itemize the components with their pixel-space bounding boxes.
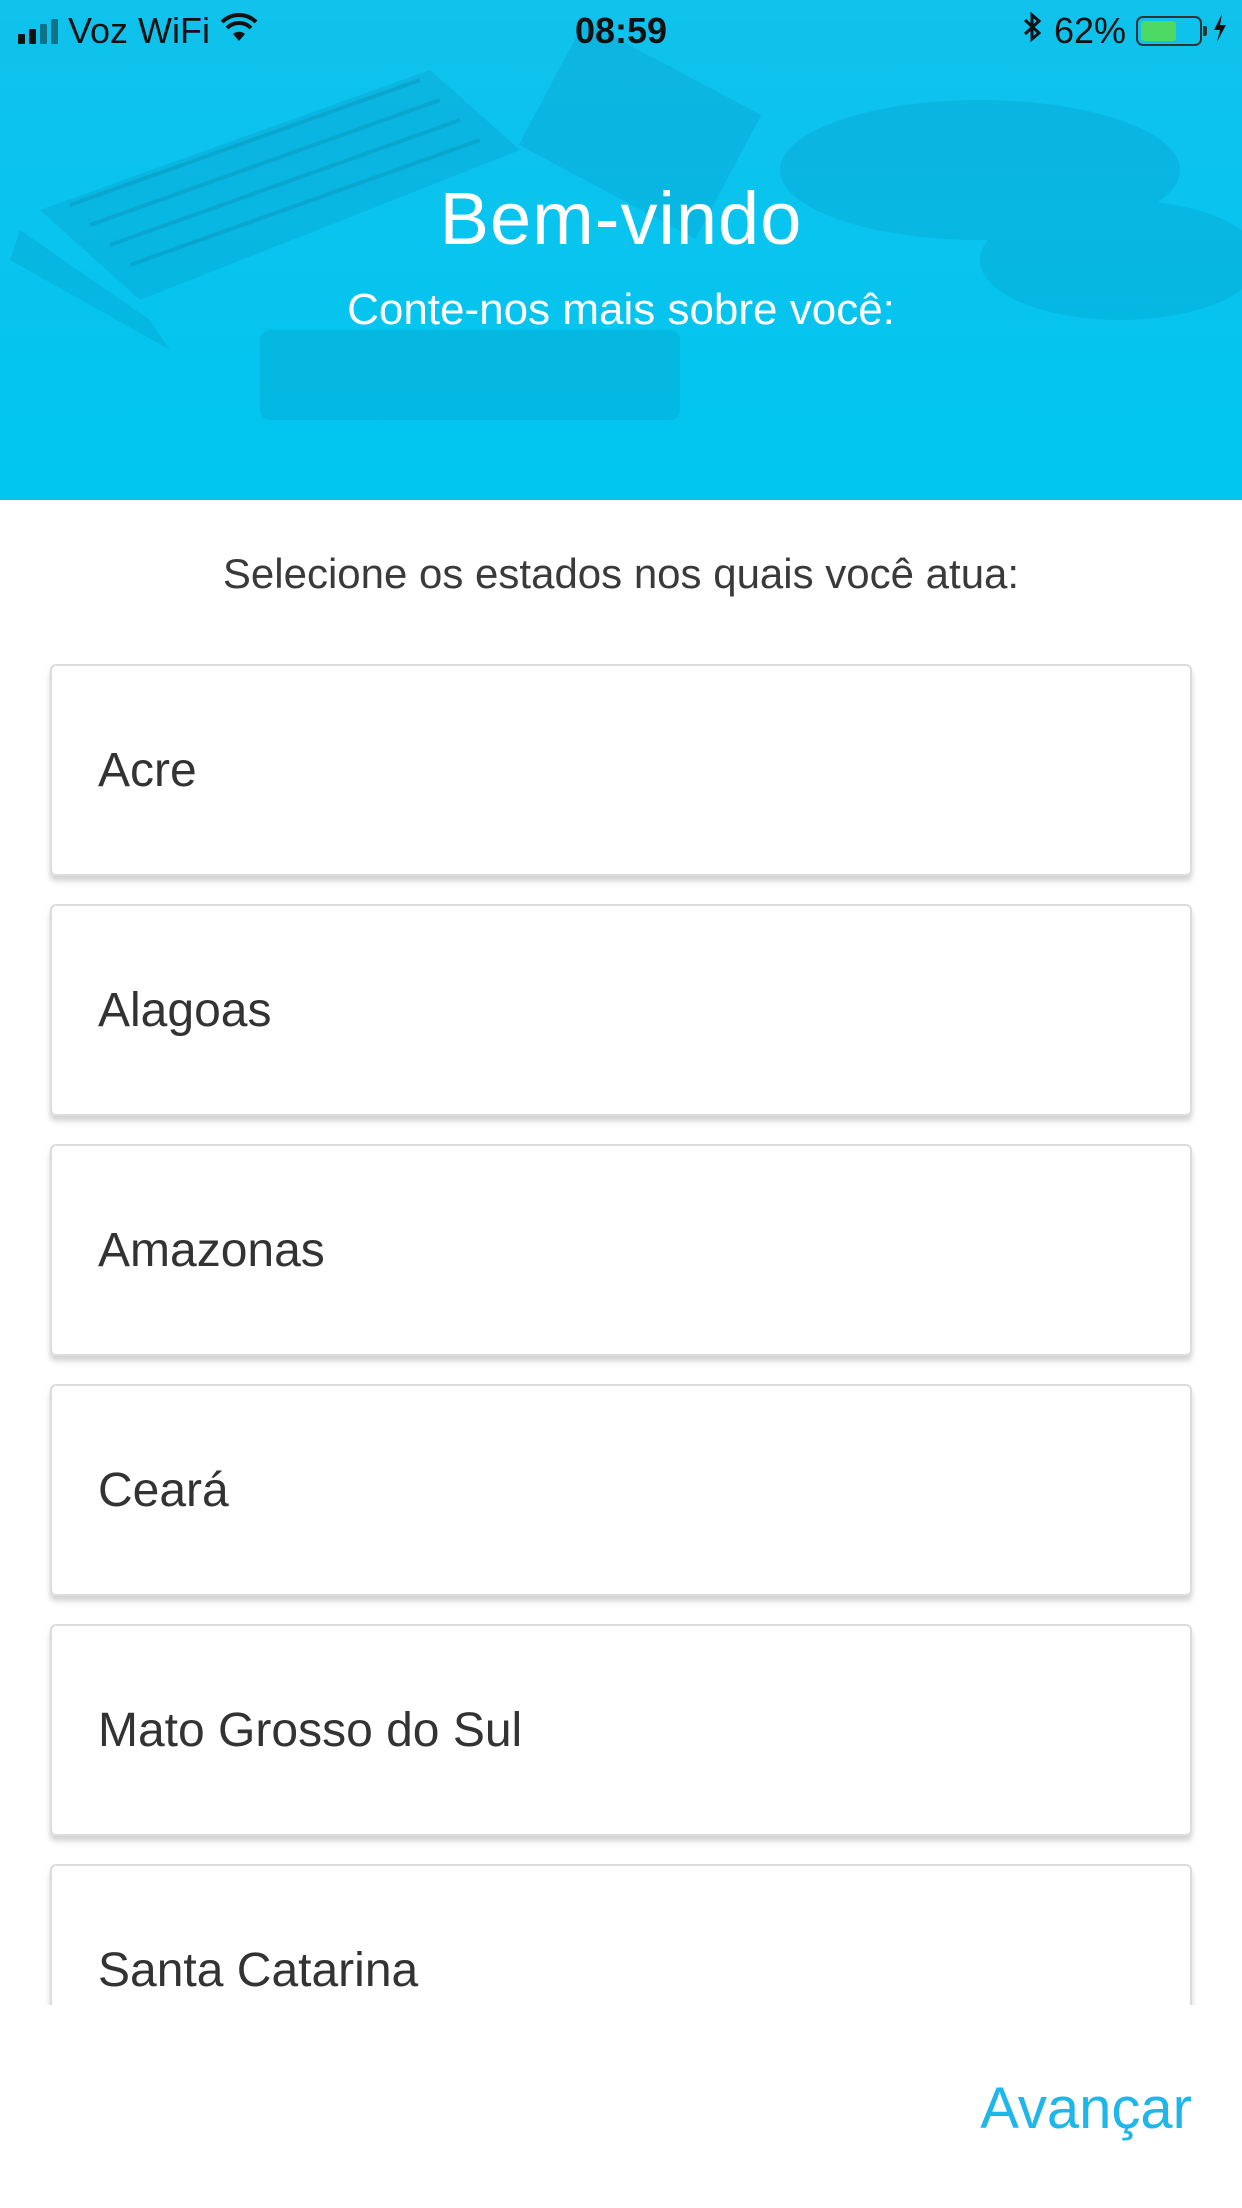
states-list: Acre Alagoas Amazonas Ceará Mato Grosso …: [50, 664, 1192, 2005]
footer-bar: Avançar: [0, 2005, 1242, 2208]
bluetooth-icon: [1022, 10, 1044, 52]
status-bar: Voz WiFi 08:59 62%: [0, 0, 1242, 62]
state-option-amazonas[interactable]: Amazonas: [50, 1144, 1192, 1356]
state-option-alagoas[interactable]: Alagoas: [50, 904, 1192, 1116]
next-button[interactable]: Avançar: [980, 2075, 1192, 2142]
page-title: Bem-vindo: [439, 177, 803, 260]
charging-icon: [1212, 10, 1228, 52]
state-option-santa-catarina[interactable]: Santa Catarina: [50, 1864, 1192, 2005]
instruction-text: Selecione os estados nos quais você atua…: [222, 550, 1020, 597]
state-option-acre[interactable]: Acre: [50, 664, 1192, 876]
header-banner: Voz WiFi 08:59 62% Bem-vindo Conte-nos m…: [0, 0, 1242, 500]
state-option-ceara[interactable]: Ceará: [50, 1384, 1192, 1596]
states-list-viewport[interactable]: Acre Alagoas Amazonas Ceará Mato Grosso …: [0, 640, 1242, 2005]
battery-fill: [1141, 21, 1176, 41]
state-option-mato-grosso-do-sul[interactable]: Mato Grosso do Sul: [50, 1624, 1192, 1836]
page-subtitle: Conte-nos mais sobre você:: [347, 285, 895, 334]
battery-icon: [1136, 16, 1207, 46]
battery-percent: 62%: [1053, 10, 1126, 51]
